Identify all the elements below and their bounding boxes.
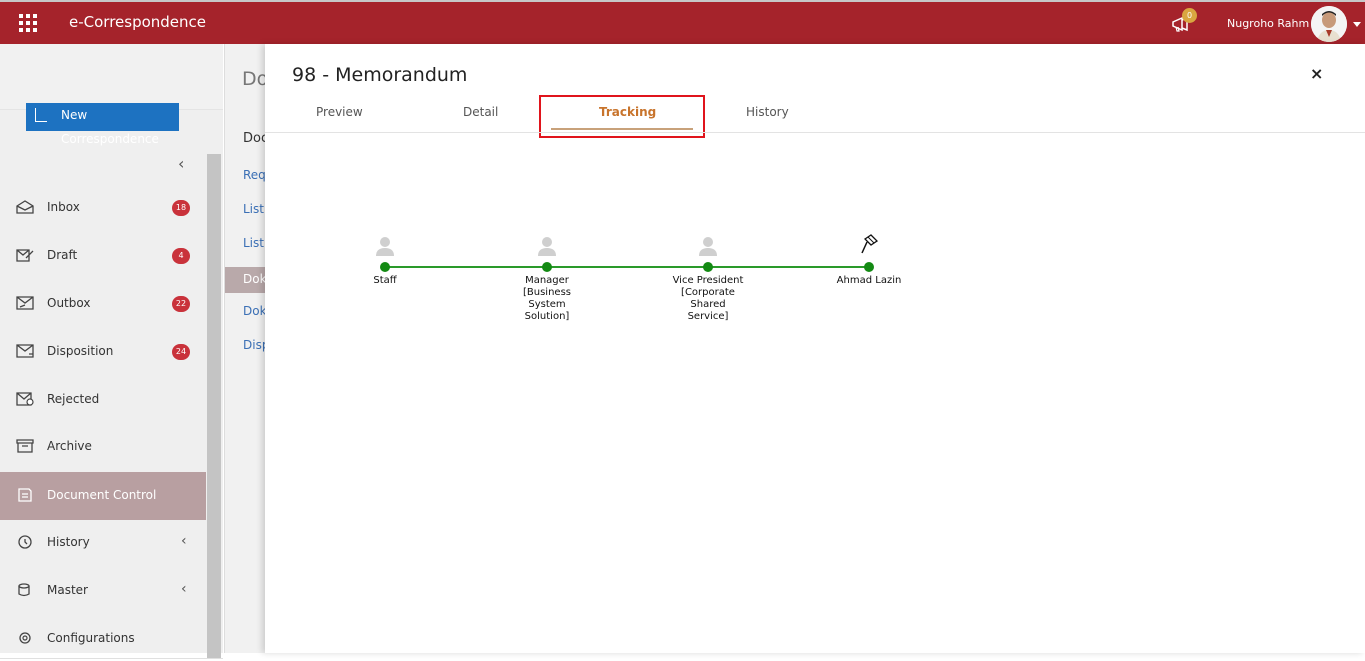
- gear-icon: [19, 632, 31, 644]
- sidebar-item-document-control[interactable]: Document Control: [0, 472, 206, 520]
- collapse-sidebar-icon[interactable]: ‹: [178, 154, 184, 173]
- tracking-node-label: Staff: [373, 275, 397, 286]
- apps-grid-icon[interactable]: [19, 14, 37, 32]
- count-badge: 4: [172, 248, 190, 264]
- tracking-node-label: Manager [Business System Solution]: [523, 275, 571, 322]
- rejected-icon: [16, 392, 34, 406]
- sidebar-item-draft[interactable]: Draft 4: [0, 234, 206, 278]
- sidebar-item-label: Archive: [47, 439, 92, 453]
- sidebar-item-disposition[interactable]: Disposition 24: [0, 330, 206, 374]
- person-icon: [376, 237, 394, 256]
- sidebar-item-label: Master: [47, 583, 88, 597]
- history-icon: [18, 535, 32, 549]
- sidebar-item-archive[interactable]: Archive: [0, 425, 206, 469]
- count-badge: 22: [172, 296, 190, 312]
- expand-chevron-icon[interactable]: ‹: [181, 581, 187, 597]
- tracking-node-label: Vice President [Corporate Shared Service…: [672, 275, 744, 322]
- user-menu-caret[interactable]: [1353, 22, 1361, 27]
- tab-history[interactable]: History: [746, 105, 789, 119]
- divider: [265, 132, 1365, 133]
- tracking-line: [385, 266, 869, 268]
- document-modal: 98 - Memorandum × Preview Detail Trackin…: [265, 44, 1365, 653]
- app-title[interactable]: e-Correspondence: [69, 13, 206, 31]
- count-badge: 18: [172, 200, 190, 216]
- user-name[interactable]: Nugroho Rahm: [1227, 17, 1309, 30]
- sidebar-item-label: Outbox: [47, 296, 91, 310]
- disposition-icon: [16, 344, 34, 358]
- sidebar-header: [0, 44, 223, 110]
- tab-detail[interactable]: Detail: [463, 105, 498, 119]
- tracking-node: [542, 262, 552, 272]
- sidebar-item-label: Draft: [47, 248, 78, 262]
- master-icon: [18, 583, 30, 597]
- new-correspondence-button[interactable]: New Correspondence: [26, 103, 179, 146]
- sidebar-item-inbox[interactable]: Inbox 18: [0, 186, 206, 230]
- flag-icon: [861, 234, 879, 254]
- person-icon: [699, 237, 717, 256]
- sidebar-item-rejected[interactable]: Rejected: [0, 378, 206, 422]
- inbox-icon: [16, 200, 34, 214]
- person-icon: [538, 237, 556, 256]
- tracking-node: [864, 262, 874, 272]
- tracking-node-label: Ahmad Lazin: [836, 275, 902, 286]
- modal-title: 98 - Memorandum: [292, 64, 468, 86]
- close-icon[interactable]: ×: [1310, 64, 1323, 83]
- new-correspondence-label: New Correspondence: [61, 108, 159, 146]
- sidebar-item-label: Disposition: [47, 344, 114, 358]
- sidebar-item-label: Inbox: [47, 200, 80, 214]
- sidebar-item-master[interactable]: Master ‹: [0, 569, 206, 613]
- notification-badge: 0: [1182, 8, 1197, 23]
- document-control-icon: [18, 488, 32, 502]
- sidebar: New Correspondence ‹ Inbox 18 Draft 4 Ou…: [0, 44, 223, 659]
- sidebar-item-label: History: [47, 535, 90, 549]
- sidebar-item-label: Configurations: [47, 631, 135, 645]
- top-navbar: e-Correspondence 0 Nugroho Rahm: [0, 0, 1365, 44]
- new-document-icon: [35, 108, 47, 122]
- archive-icon: [16, 439, 34, 453]
- sidebar-item-label: Document Control: [47, 488, 157, 502]
- sidebar-item-outbox[interactable]: Outbox 22: [0, 282, 206, 326]
- count-badge: 24: [172, 344, 190, 360]
- avatar[interactable]: [1311, 6, 1347, 42]
- sidebar-scrollbar[interactable]: [207, 154, 221, 658]
- draft-icon: [16, 249, 34, 262]
- sidebar-item-label: Rejected: [47, 392, 100, 406]
- sidebar-item-history[interactable]: History ‹: [0, 521, 206, 565]
- tracking-node: [703, 262, 713, 272]
- sidebar-item-configurations[interactable]: Configurations: [0, 617, 206, 661]
- expand-chevron-icon[interactable]: ‹: [181, 533, 187, 549]
- page-link[interactable]: List: [243, 202, 264, 216]
- page-link[interactable]: List: [243, 236, 264, 250]
- tab-preview[interactable]: Preview: [316, 105, 363, 119]
- outbox-icon: [16, 296, 34, 310]
- tracking-node: [380, 262, 390, 272]
